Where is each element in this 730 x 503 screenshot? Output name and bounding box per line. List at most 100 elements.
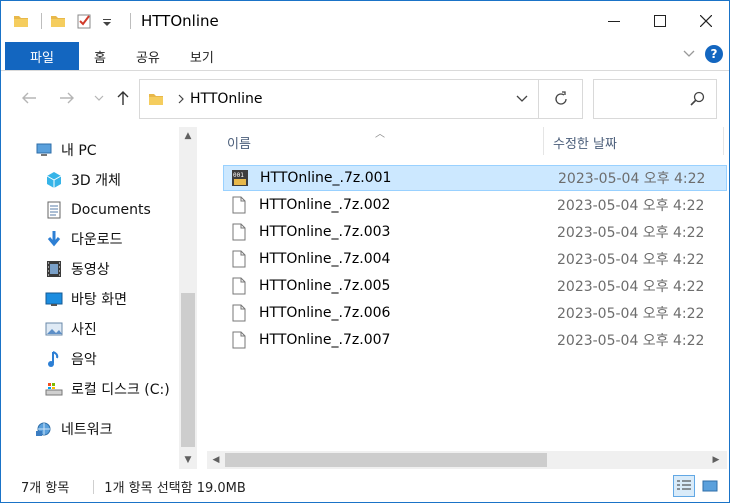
nav-item-label: 로컬 디스크 (C:) [71,382,170,398]
file-date: 2023-05-04 오후 4:22 [557,279,705,295]
nav-item-desktop[interactable]: 바탕 화면 [45,288,127,310]
file-name: HTTOnline_.7z.003 [259,224,391,240]
nav-item-documents[interactable]: Documents [45,199,151,221]
address-row: HTTOnline [1,71,729,127]
documents-icon [45,201,63,219]
large-icons-view-button[interactable] [699,475,721,497]
status-divider [93,479,95,494]
details-view-icon [677,480,691,490]
column-divider[interactable] [723,127,724,155]
file-type-badge: 001 [233,172,244,179]
nav-pane-scrollbar[interactable]: ▲ ▼ [179,127,197,469]
recent-locations-button[interactable] [89,88,109,108]
scroll-down-arrow-icon[interactable]: ▼ [183,455,193,465]
file-date: 2023-05-04 오후 4:22 [557,306,705,322]
breadcrumb-chevron-icon[interactable] [178,94,184,104]
folder-icon [13,13,29,29]
scroll-left-arrow-icon[interactable]: ◀ [211,455,221,465]
file-date: 2023-05-04 오후 4:22 [557,198,705,214]
nav-item-label: 동영상 [71,262,110,278]
pc-icon [35,141,53,159]
nav-item-videos[interactable]: 동영상 [45,258,110,280]
search-input[interactable] [593,79,717,119]
ribbon-right-controls: ? [683,45,723,63]
scrollbar-thumb[interactable] [181,293,195,447]
nav-item-label: 네트워크 [61,422,113,438]
nav-item-label: 사진 [71,322,97,338]
details-view-button[interactable] [673,475,695,497]
navigation-pane: 내 PC 3D 개체 Documents 다운로드 동영상 바탕 화면 사진 음… [1,127,201,469]
status-selection: 1개 항목 선택함 19.0MB [104,481,246,496]
minimize-icon [608,21,620,22]
file-row[interactable]: 001 HTTOnline_.7z.001 2023-05-04 오후 4:22 [223,165,727,191]
up-button[interactable] [113,88,133,108]
refresh-icon [554,91,567,105]
scroll-up-arrow-icon[interactable]: ▲ [183,131,193,141]
forward-button[interactable] [57,88,77,108]
toolbar-separator [130,13,131,29]
close-button[interactable] [683,1,729,41]
network-icon [35,420,53,438]
minimize-button[interactable] [591,1,637,41]
download-icon [45,230,63,248]
scroll-right-arrow-icon[interactable]: ▶ [711,455,721,465]
nav-item-pictures[interactable]: 사진 [45,318,97,340]
large-icons-view-icon [702,480,718,492]
refresh-button[interactable] [539,79,583,119]
nav-item-label: 3D 개체 [71,173,121,189]
nav-item-label: Documents [71,202,151,218]
nav-item-local-disk-c[interactable]: 로컬 디스크 (C:) [45,378,170,400]
nav-item-label: 다운로드 [71,232,123,248]
help-button[interactable]: ? [705,45,723,63]
nav-item-downloads[interactable]: 다운로드 [45,228,123,250]
new-folder-icon[interactable] [50,13,66,29]
nav-item-label: 바탕 화면 [71,292,127,308]
column-divider[interactable] [543,127,544,155]
archive-file-icon: 001 [230,168,250,188]
3d-objects-icon [45,171,63,189]
scrollbar-thumb[interactable] [225,453,547,467]
sort-ascending-icon: ︿ [375,129,385,140]
breadcrumb-current[interactable]: HTTOnline [190,91,263,107]
forward-arrow-icon [60,92,74,104]
customize-dropdown-icon[interactable] [102,13,118,29]
nav-item-network[interactable]: 네트워크 [35,418,113,440]
tab-home[interactable]: 홈 [79,42,121,70]
file-row[interactable]: HTTOnline_.7z.005 2023-05-04 오후 4:22 [223,273,727,299]
pictures-icon [45,320,63,338]
file-date: 2023-05-04 오후 4:22 [558,171,706,187]
address-bar[interactable]: HTTOnline [139,79,539,119]
file-name: HTTOnline_.7z.005 [259,278,391,294]
nav-item-label: 음악 [71,352,97,368]
chevron-down-icon [94,95,104,101]
file-list-horizontal-scrollbar[interactable]: ◀ ▶ [207,451,727,469]
file-name: HTTOnline_.7z.004 [259,251,391,267]
file-row[interactable]: HTTOnline_.7z.006 2023-05-04 오후 4:22 [223,300,727,326]
tab-view[interactable]: 보기 [175,42,229,70]
file-row[interactable]: HTTOnline_.7z.004 2023-05-04 오후 4:22 [223,246,727,272]
expand-ribbon-icon[interactable] [683,50,695,58]
file-date: 2023-05-04 오후 4:22 [557,252,705,268]
back-button[interactable] [19,88,39,108]
column-header-name[interactable]: 이름 [227,133,251,152]
maximize-icon [654,15,666,27]
nav-item-3d-objects[interactable]: 3D 개체 [45,169,121,191]
maximize-button[interactable] [637,1,683,41]
file-row[interactable]: HTTOnline_.7z.002 2023-05-04 오후 4:22 [223,192,727,218]
file-row[interactable]: HTTOnline_.7z.003 2023-05-04 오후 4:22 [223,219,727,245]
tab-share[interactable]: 공유 [121,42,175,70]
back-arrow-icon [22,92,36,104]
address-history-chevron-down-icon[interactable] [516,95,528,103]
tab-file[interactable]: 파일 [5,42,79,70]
properties-check-icon[interactable] [76,13,92,29]
status-item-count: 7개 항목 [21,481,70,496]
file-icon [229,276,249,296]
up-arrow-icon [117,91,129,105]
nav-item-this-pc[interactable]: 내 PC [35,139,97,161]
column-header-date[interactable]: 수정한 날짜 [553,133,617,152]
file-name: HTTOnline_.7z.007 [259,332,391,348]
file-row[interactable]: HTTOnline_.7z.007 2023-05-04 오후 4:22 [223,327,727,353]
file-icon [229,195,249,215]
file-name: HTTOnline_.7z.006 [259,305,391,321]
nav-item-music[interactable]: 음악 [45,348,97,370]
